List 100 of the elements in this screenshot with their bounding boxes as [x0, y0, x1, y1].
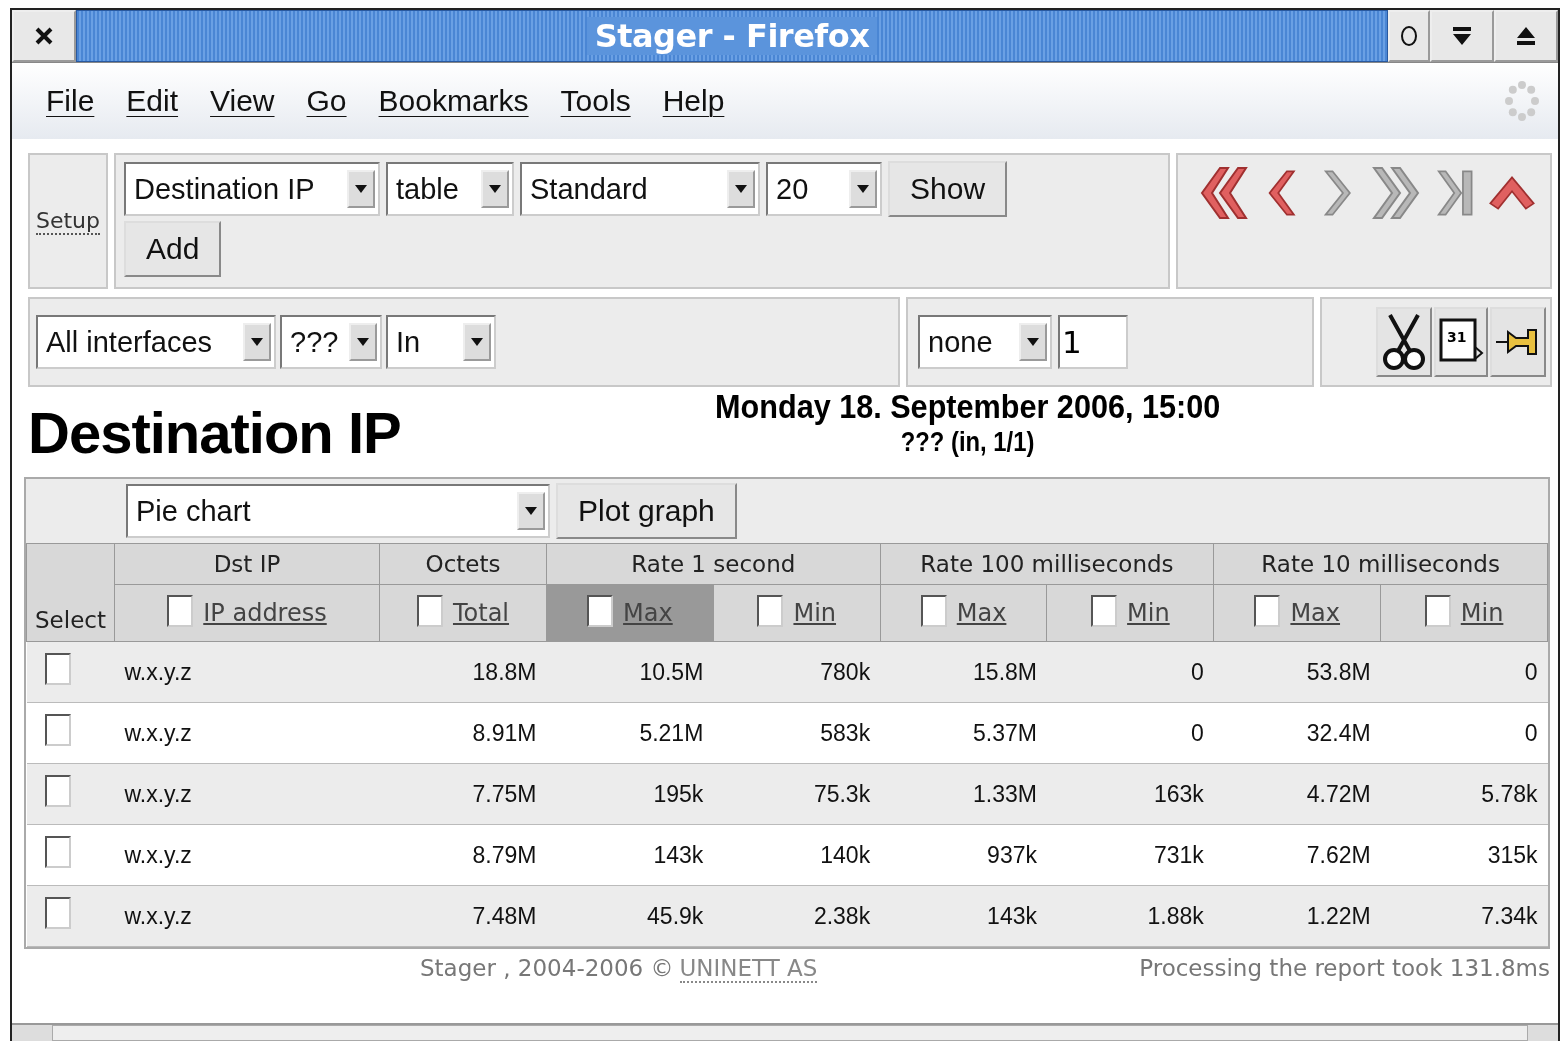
plot-graph-button[interactable]: Plot graph [556, 483, 737, 539]
report-date: Monday 18. September 2006, 15:00 [715, 386, 1221, 426]
minimize-button[interactable] [1430, 10, 1494, 62]
window-title: Stager - Firefox [586, 17, 878, 55]
shade-button[interactable] [1388, 10, 1430, 62]
checkbox[interactable] [44, 775, 71, 807]
column-group-header: Rate 100 milliseconds [920, 551, 1174, 577]
table-cell: 32.4M [1306, 719, 1371, 746]
sort-column-header[interactable]: IP address [114, 584, 380, 642]
dropdown[interactable]: All interfaces [36, 315, 276, 369]
pin-button[interactable] [1490, 307, 1546, 377]
table-cell: 53.8M [1306, 658, 1371, 685]
sort-column-header[interactable]: Total [379, 584, 547, 642]
dropdown[interactable]: none [918, 315, 1052, 369]
menu-item[interactable]: Help [646, 84, 741, 118]
scissors-icon [1380, 311, 1428, 373]
checkbox[interactable] [44, 836, 71, 868]
dropdown[interactable]: Destination IP [124, 162, 380, 216]
table-cell: 163k [1153, 780, 1204, 807]
table-cell: 731k [1153, 841, 1204, 868]
sort-column-header[interactable]: Min [713, 584, 881, 642]
table-cell: 140k [820, 841, 871, 868]
checkbox[interactable] [416, 594, 443, 627]
checkbox[interactable] [1424, 594, 1451, 627]
table-cell: w.x.y.z [124, 658, 192, 685]
checkbox[interactable] [44, 897, 71, 929]
table-cell: 18.8M [472, 658, 537, 685]
show-button[interactable]: Show [888, 161, 1008, 217]
table-cell: 2.38k [813, 902, 871, 929]
checkbox[interactable] [587, 594, 614, 627]
table-cell: 1.33M [973, 780, 1037, 807]
table-cell: 0 [1524, 719, 1538, 746]
table-cell: 315k [1487, 841, 1538, 868]
dropdown[interactable]: table [386, 162, 514, 216]
table-cell: 7.48M [472, 902, 537, 929]
checkbox[interactable] [757, 594, 784, 627]
table-cell: 5.78k [1481, 780, 1538, 807]
table-cell: 143k [653, 841, 704, 868]
menu-item[interactable]: Edit [110, 84, 195, 118]
table-cell: 4.72M [1306, 780, 1371, 807]
dropdown[interactable]: 20 [766, 162, 882, 216]
table-cell: w.x.y.z [124, 902, 192, 929]
chart-type-dropdown[interactable]: Pie chart [126, 484, 550, 538]
sort-link[interactable]: Min [1127, 598, 1170, 627]
checkbox[interactable] [1254, 594, 1281, 627]
table-cell: w.x.y.z [124, 780, 192, 807]
horizontal-scrollbar[interactable] [12, 1023, 1558, 1041]
table-cell: 10.5M [639, 658, 704, 685]
close-button[interactable] [12, 10, 76, 62]
table-cell: 8.79M [472, 841, 537, 868]
sort-column-header[interactable]: Min [1047, 584, 1214, 642]
table-cell: 0 [1524, 658, 1538, 685]
dropdown[interactable]: Standard [520, 162, 760, 216]
circle-icon [1399, 24, 1419, 48]
copyright-text: Stager , 2004-2006 © [420, 955, 674, 983]
company-link[interactable]: UNINETT AS [679, 955, 818, 983]
page-heading: Destination IP [28, 398, 402, 466]
menu-item[interactable]: Bookmarks [362, 84, 545, 118]
close-icon [34, 26, 54, 46]
checkbox[interactable] [167, 594, 194, 627]
column-group-header: Octets [425, 551, 501, 577]
menu-item[interactable]: File [30, 84, 111, 118]
limit-field[interactable]: 1 [1058, 315, 1128, 369]
table-cell: 937k [987, 841, 1037, 868]
cut-button[interactable] [1376, 307, 1432, 377]
timing-text: Processing the report took 131.8ms [1139, 955, 1550, 983]
checkbox[interactable] [920, 594, 947, 627]
sort-link[interactable]: IP address [203, 598, 327, 627]
table-cell: 0 [1191, 658, 1204, 685]
sort-column-header[interactable]: Min [1380, 584, 1548, 642]
column-header: Select [35, 607, 106, 633]
dropdown[interactable]: ??? [280, 315, 382, 369]
sort-link[interactable]: Min [1460, 598, 1504, 627]
table-cell: 7.34k [1481, 902, 1538, 929]
menu-item[interactable]: Tools [544, 84, 647, 118]
checkbox[interactable] [1091, 594, 1118, 627]
column-group-header: Dst IP [213, 551, 281, 577]
sort-column-header[interactable]: Max [1213, 584, 1381, 642]
sort-link[interactable]: Total [452, 598, 510, 627]
dropdown[interactable]: In [386, 315, 496, 369]
checkbox[interactable] [44, 653, 71, 685]
column-group-header: Rate 1 second [631, 551, 796, 577]
sort-link[interactable]: Max [1290, 598, 1341, 627]
table-cell: 195k [653, 780, 704, 807]
throbber-icon [1504, 79, 1540, 123]
setup-link[interactable]: Setup [35, 207, 100, 235]
table-cell: 45.9k [647, 902, 704, 929]
maximize-button[interactable] [1494, 10, 1558, 62]
table-cell: 583k [820, 719, 871, 746]
add-button[interactable]: Add [124, 221, 222, 277]
menu-item[interactable]: Go [290, 84, 363, 118]
sort-link[interactable]: Min [793, 598, 837, 627]
table-cell: 1.22M [1306, 902, 1371, 929]
table-cell: 5.37M [973, 719, 1037, 746]
menu-item[interactable]: View [194, 84, 291, 118]
table-cell: 8.91M [472, 719, 537, 746]
checkbox[interactable] [44, 714, 71, 746]
sort-link[interactable]: Max [956, 598, 1007, 627]
calendar-button[interactable]: 31 [1434, 307, 1488, 377]
sort-column-header[interactable]: Max [880, 584, 1047, 642]
